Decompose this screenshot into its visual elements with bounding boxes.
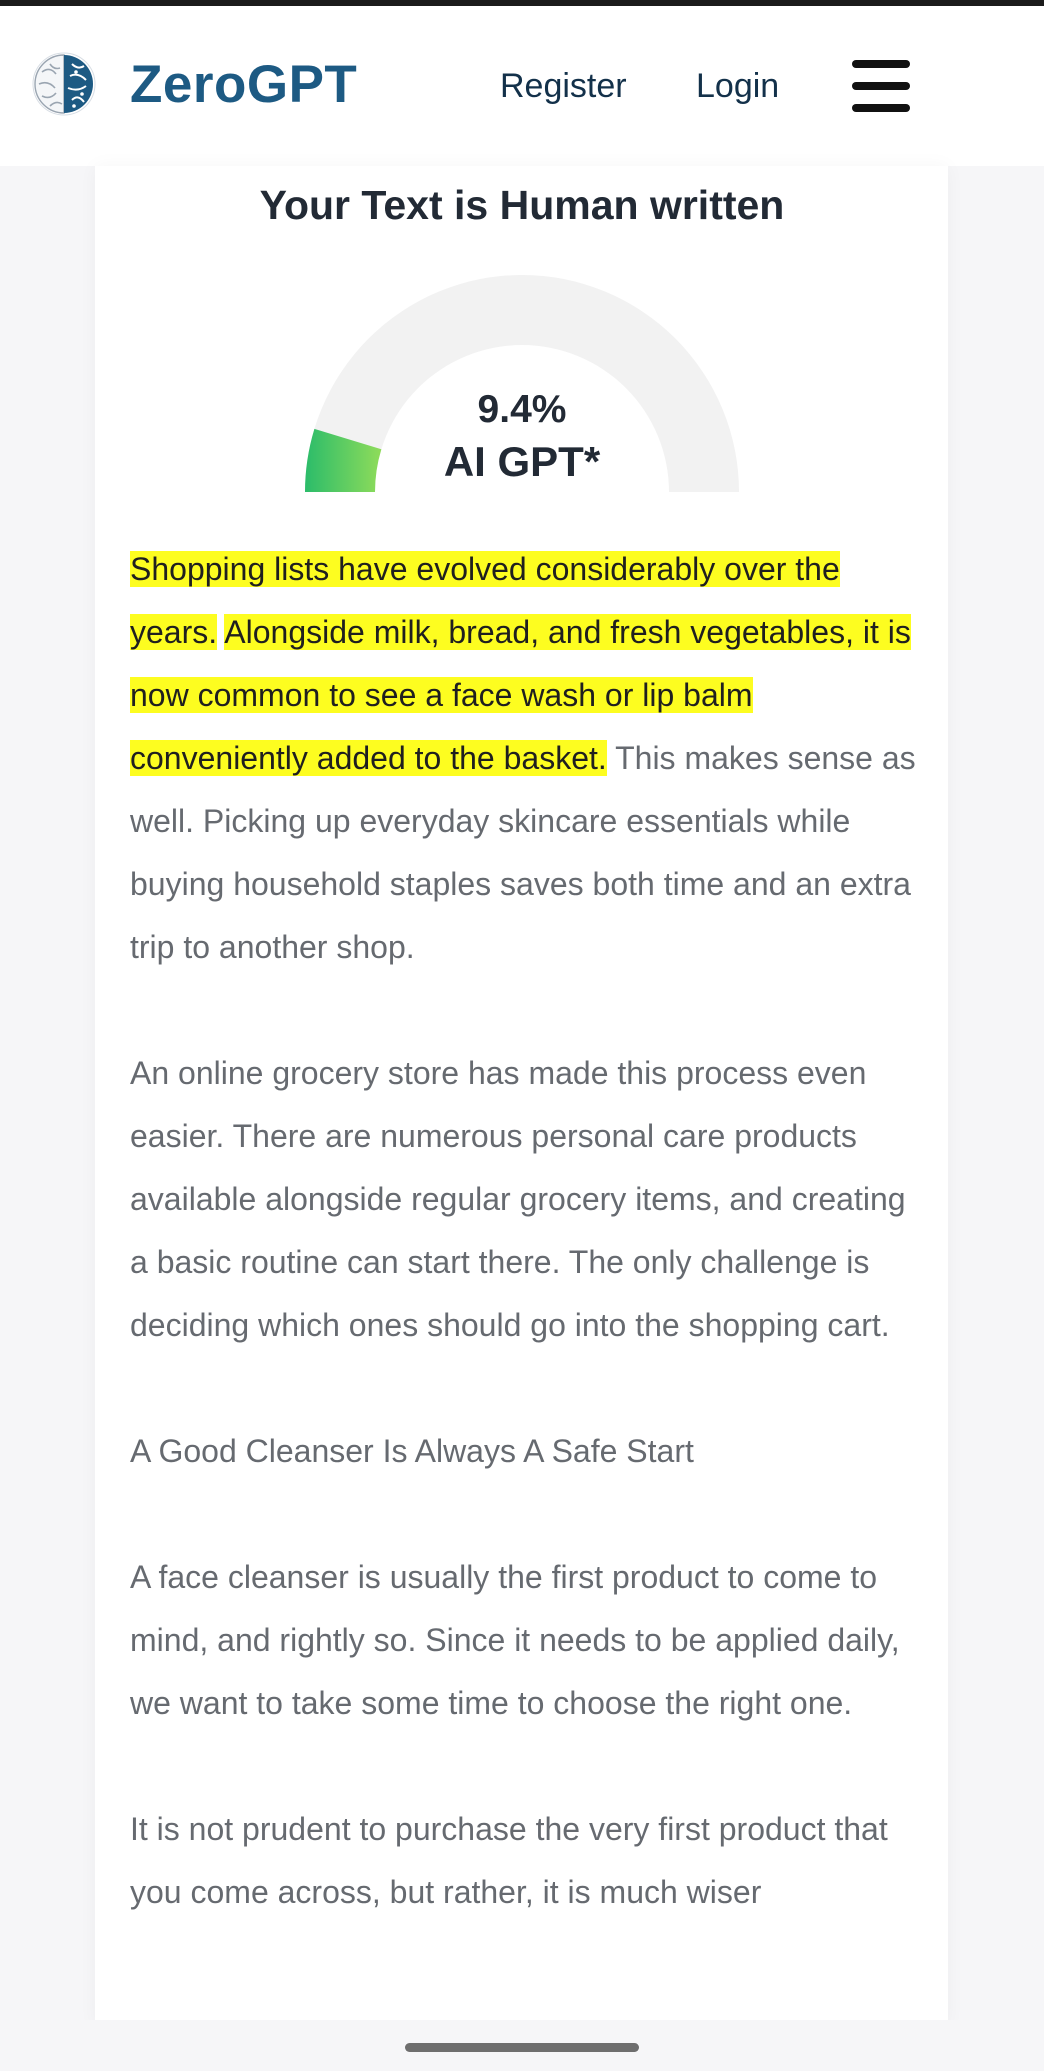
ai-label: AI GPT* <box>443 438 601 485</box>
result-title: Your Text is Human written <box>259 182 785 228</box>
paragraph-1: Shopping lists have evolved considerably… <box>130 538 930 979</box>
login-link[interactable]: Login <box>696 64 779 108</box>
menu-bar-middle <box>852 82 910 90</box>
analyzed-text: Shopping lists have evolved considerably… <box>130 538 930 1987</box>
paragraph-3: A face cleanser is usually the first pro… <box>130 1559 900 1721</box>
section-heading: A Good Cleanser Is Always A Safe Start <box>130 1433 694 1469</box>
paragraph-2: An online grocery store has made this pr… <box>130 1055 906 1343</box>
site-logo-text[interactable]: ZeroGPT <box>130 50 357 120</box>
hamburger-menu-icon[interactable] <box>852 60 910 112</box>
ai-percentage: 9.4% <box>477 388 567 431</box>
menu-bar-top <box>852 60 910 68</box>
brain-icon[interactable] <box>30 50 98 118</box>
menu-bar-bottom <box>852 104 910 112</box>
site-header: ZeroGPT Register Login <box>0 6 1044 166</box>
register-link[interactable]: Register <box>500 64 627 108</box>
paragraph-4: It is not prudent to purchase the very f… <box>130 1811 888 1910</box>
page: ZeroGPT Register Login Your Text is Huma… <box>0 0 1044 2071</box>
home-indicator[interactable] <box>405 2043 639 2052</box>
